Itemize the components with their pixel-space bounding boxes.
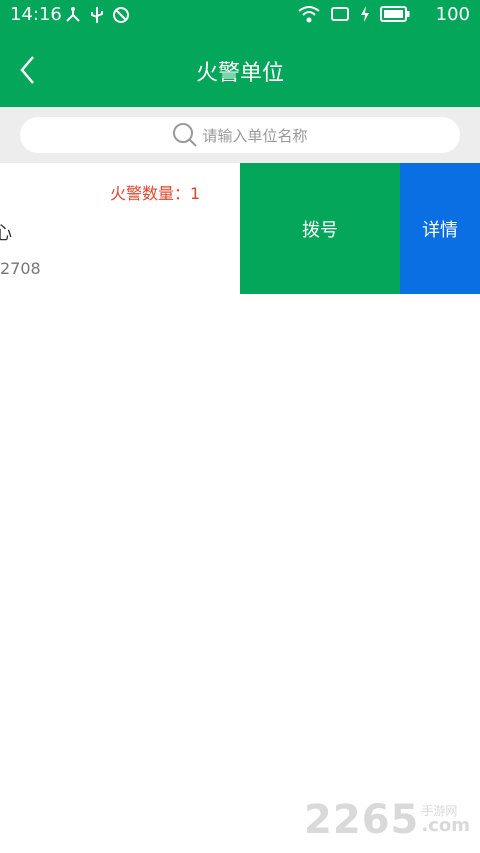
dial-button[interactable]: 拨号 (240, 163, 400, 294)
details-button[interactable]: 详情 (400, 163, 480, 294)
watermark-digits: 2265 (304, 797, 420, 843)
usb-icon (90, 6, 104, 28)
search-input[interactable]: 请输入单位名称 (20, 117, 460, 153)
alarm-count: 火警数量：1 (110, 184, 201, 203)
battery-level: 100 (435, 4, 470, 25)
unit-phone: 2708 (0, 259, 41, 278)
search-icon (173, 123, 198, 147)
status-bar: 14:16 100 (0, 0, 480, 30)
do-not-disturb-icon (112, 6, 130, 28)
search-placeholder: 请输入单位名称 (202, 126, 308, 145)
watermark-domain: .com (421, 815, 470, 836)
connection-icon (64, 6, 82, 28)
search-bar: 请输入单位名称 (0, 107, 480, 163)
charging-icon (360, 6, 370, 26)
status-time: 14:16 (10, 4, 62, 25)
status-icons-right (298, 5, 410, 27)
status-icons-left (64, 6, 130, 28)
list-item[interactable]: 火警数量：1 心 2708 拨号 详情 (0, 163, 480, 294)
unit-name: 心 (0, 223, 12, 244)
wifi-icon (298, 5, 320, 27)
screen-icon (330, 6, 350, 26)
app-bar: 火警单位 (0, 30, 480, 107)
watermark-logo: 2265 手游网 .com (304, 797, 470, 843)
battery-icon (380, 6, 410, 26)
page-title: 火警单位 (195, 61, 284, 86)
